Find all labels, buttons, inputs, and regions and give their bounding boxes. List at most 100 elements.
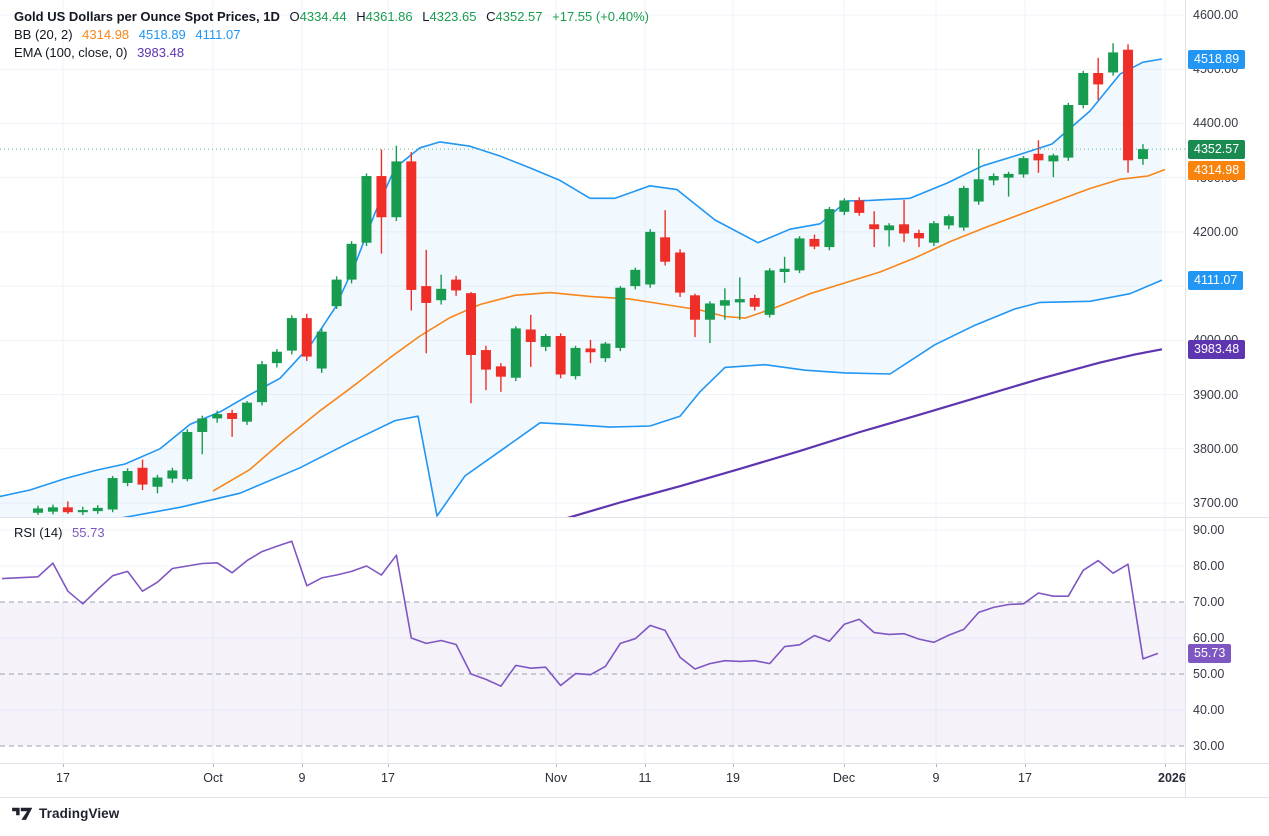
candle-body [541, 336, 551, 347]
candle[interactable] [615, 286, 625, 351]
candle[interactable] [1123, 44, 1133, 173]
candle[interactable] [317, 328, 327, 372]
candle[interactable] [1108, 43, 1118, 76]
axis-label: 4200.00 [1193, 224, 1238, 240]
rsi-label: RSI (14) [14, 525, 62, 540]
candle[interactable] [645, 229, 655, 288]
axis-label: 50.00 [1193, 666, 1224, 682]
rsi-chart-svg[interactable] [0, 518, 1186, 763]
close-label: C [486, 9, 495, 24]
tradingview-attribution[interactable]: TradingView [12, 806, 119, 821]
candle[interactable] [302, 314, 312, 361]
candle[interactable] [257, 361, 267, 405]
time-tick-label: Dec [833, 771, 855, 785]
candle-body [466, 293, 476, 355]
candle-body [765, 270, 775, 314]
candle-body [929, 223, 939, 243]
chart-widget: Gold US Dollars per Ounce Spot Prices, 1… [0, 0, 1269, 836]
candle[interactable] [1093, 58, 1103, 100]
candle[interactable] [571, 346, 581, 380]
candle-body [780, 269, 790, 272]
open-value: 4334.44 [300, 9, 347, 24]
price-badge: 55.73 [1188, 644, 1231, 663]
candle-body [376, 176, 386, 217]
candle-body [242, 403, 252, 422]
bb-label: BB (20, 2) [14, 27, 73, 42]
rsi-pane[interactable]: RSI (14) 55.73 [0, 518, 1186, 763]
axis-label: 4600.00 [1193, 7, 1238, 23]
candle[interactable] [556, 333, 566, 378]
candle-body [406, 161, 416, 290]
axis-label: 70.00 [1193, 594, 1224, 610]
axis-label: 90.00 [1193, 522, 1224, 538]
candle[interactable] [406, 152, 416, 310]
candle[interactable] [242, 401, 252, 425]
candle[interactable] [959, 186, 969, 231]
candle-body [750, 298, 760, 307]
bb-basis-value: 4314.98 [82, 27, 129, 42]
candle-body [735, 299, 745, 302]
time-tick-label: Oct [203, 771, 222, 785]
candle-body [690, 295, 700, 319]
candle[interactable] [347, 241, 357, 283]
candle[interactable] [1063, 103, 1073, 161]
candle[interactable] [108, 476, 118, 512]
candle-body [138, 468, 148, 485]
axis-label: 80.00 [1193, 558, 1224, 574]
candle[interactable] [511, 326, 521, 381]
candle[interactable] [362, 173, 372, 246]
candle[interactable] [1078, 71, 1088, 108]
low-value: 4323.65 [429, 9, 476, 24]
candle-body [48, 507, 58, 511]
candle[interactable] [795, 236, 805, 273]
price-badge: 4314.98 [1188, 161, 1245, 180]
candle[interactable] [929, 221, 939, 246]
candle[interactable] [272, 349, 282, 367]
candle-body [809, 239, 819, 247]
price-legend: Gold US Dollars per Ounce Spot Prices, 1… [14, 8, 655, 62]
candle-body [869, 224, 879, 229]
ema-value: 3983.48 [137, 45, 184, 60]
high-value: 4361.86 [366, 9, 413, 24]
candle-body [511, 328, 521, 377]
candle[interactable] [332, 276, 342, 309]
close-value: 4352.57 [496, 9, 543, 24]
candle-body [421, 286, 431, 303]
price-pane[interactable]: Gold US Dollars per Ounce Spot Prices, 1… [0, 0, 1186, 517]
candle-body [884, 225, 894, 230]
candle-body [152, 478, 162, 487]
open-label: O [289, 9, 299, 24]
pane-separator[interactable] [0, 517, 1269, 518]
candle-body [645, 232, 655, 285]
candle-body [705, 303, 715, 319]
price-axis[interactable]: 4600.004500.004400.004300.004200.004100.… [1185, 0, 1269, 797]
candle[interactable] [182, 429, 192, 481]
candle[interactable] [675, 249, 685, 297]
candle-body [914, 233, 924, 238]
bb-lower-value: 4111.07 [195, 27, 240, 42]
time-tick-label: 9 [299, 771, 306, 785]
candle[interactable] [391, 146, 401, 221]
time-axis[interactable]: 17Oct917Nov1119Dec9172026 [0, 763, 1186, 797]
candle-body [496, 366, 506, 376]
candle-body [899, 224, 909, 233]
candle[interactable] [765, 268, 775, 317]
candle[interactable] [630, 268, 640, 290]
candle-body [451, 280, 461, 291]
candle[interactable] [824, 207, 834, 250]
candle-body [391, 161, 401, 217]
candle-body [854, 200, 864, 212]
rsi-value: 55.73 [72, 525, 105, 540]
candle-body [839, 200, 849, 211]
change-value: +17.55 (+0.40%) [552, 9, 649, 24]
price-chart-svg[interactable] [0, 0, 1186, 517]
rsi-legend: RSI (14) 55.73 [14, 524, 111, 542]
ema-label: EMA (100, close, 0) [14, 45, 127, 60]
candle-body [227, 413, 237, 419]
time-tick-label: Nov [545, 771, 567, 785]
candle-body [615, 288, 625, 348]
symbol-title: Gold US Dollars per Ounce Spot Prices, 1… [14, 9, 280, 24]
candle-body [1093, 73, 1103, 84]
candle-body [630, 270, 640, 286]
candle[interactable] [287, 315, 297, 354]
